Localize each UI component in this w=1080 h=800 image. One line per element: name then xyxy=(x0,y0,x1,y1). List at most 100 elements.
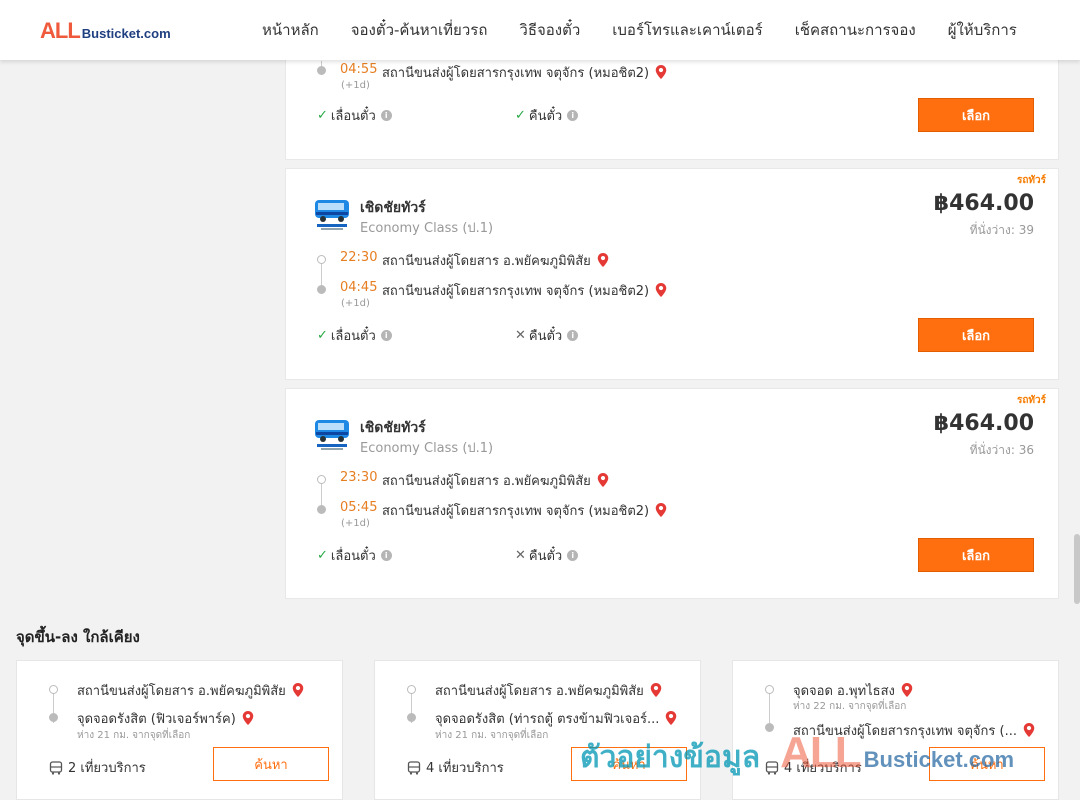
info-icon[interactable]: i xyxy=(567,550,579,561)
info-icon[interactable]: i xyxy=(567,110,579,121)
departure-station-label: สถานีขนส่งผู้โดยสาร อ.พยัคฆภูมิพิสัย xyxy=(382,474,591,489)
operator-logo-icon xyxy=(315,200,349,230)
bus-icon xyxy=(407,760,421,775)
cross-icon: ✕ xyxy=(515,548,526,563)
map-pin-icon[interactable] xyxy=(597,473,609,487)
nearby-from: สถานีขนส่งผู้โดยสาร อ.พยัคฆภูมิพิสัย xyxy=(77,680,304,701)
check-icon: ✓ xyxy=(515,108,526,123)
nav-operators[interactable]: ผู้ให้บริการ xyxy=(948,18,1017,42)
bus-type-badge: รถทัวร์ xyxy=(1016,395,1046,406)
operator-name: เชิดชัยทัวร์ xyxy=(360,200,426,216)
info-icon[interactable]: i xyxy=(567,330,579,341)
nearby-from: จุดจอด อ.พุทไธสง xyxy=(793,680,913,701)
refund-ticket-label: คืนตั๋ว xyxy=(528,329,563,344)
nearby-distance: ห่าง 21 กม. จากจุดที่เลือก xyxy=(77,730,191,741)
main-nav: หน้าหลัก จองตั๋ว-ค้นหาเที่ยวรถ วิธีจองตั… xyxy=(262,0,1049,60)
departure-station-label: สถานีขนส่งผู้โดยสาร อ.พยัคฆภูมิพิสัย xyxy=(382,254,591,269)
change-ticket-label: เลื่อนตั๋ว xyxy=(330,549,376,564)
from-dot xyxy=(765,685,774,694)
check-icon: ✓ xyxy=(317,108,328,123)
bus-class: Economy Class (ป.1) xyxy=(360,221,494,236)
arrival-dot xyxy=(317,285,326,294)
logo-all-text: ALL xyxy=(40,18,81,43)
nearby-to-label: จุดจอดรังสิต (ฟิวเจอร์พาร์ค) xyxy=(77,712,236,727)
nearby-trips: 2 เที่ยวบริการ xyxy=(49,757,146,778)
change-ticket-policy: ✓ เลื่อนตั๋ว i xyxy=(317,545,392,566)
map-pin-icon[interactable] xyxy=(655,503,667,517)
plus-day-label: (+1d) xyxy=(341,518,370,529)
nearby-trips: 4 เที่ยวบริการ xyxy=(407,757,504,778)
nearby-from-label: จุดจอด อ.พุทไธสง xyxy=(793,684,895,699)
operator-name: เชิดชัยทัวร์ xyxy=(360,420,426,436)
select-trip-button[interactable]: เลือก xyxy=(918,98,1034,132)
departure-station: สถานีขนส่งผู้โดยสาร อ.พยัคฆภูมิพิสัย xyxy=(382,250,609,271)
nearby-from: สถานีขนส่งผู้โดยสาร อ.พยัคฆภูมิพิสัย xyxy=(435,680,662,701)
map-pin-icon[interactable] xyxy=(665,711,677,725)
map-pin-icon[interactable] xyxy=(655,283,667,297)
nearby-card: สถานีขนส่งผู้โดยสาร อ.พยัคฆภูมิพิสัย จุด… xyxy=(374,660,701,800)
nearby-distance: ห่าง 21 กม. จากจุดที่เลือก xyxy=(435,730,549,741)
trip-card: รถทัวร์ เชิดชัยทัวร์ Economy Class (ป.1)… xyxy=(285,168,1059,380)
bus-type-badge: รถทัวร์ xyxy=(1016,175,1046,186)
nearby-search-button[interactable]: ค้นหา xyxy=(213,747,329,781)
departure-dot xyxy=(317,255,326,264)
from-dot xyxy=(407,685,416,694)
arrival-time: 05:45 xyxy=(340,500,378,515)
select-trip-button[interactable]: เลือก xyxy=(918,318,1034,352)
info-icon[interactable]: i xyxy=(380,330,392,341)
logo-domain-text: Busticket.com xyxy=(81,26,171,41)
from-dot xyxy=(49,685,58,694)
nearby-to-label: จุดจอดรังสิต (ท่ารถตู้ ตรงข้ามฟิวเจอร์..… xyxy=(435,712,660,727)
to-dot xyxy=(407,713,416,722)
change-ticket-label: เลื่อนตั๋ว xyxy=(330,109,376,124)
nearby-from-label: สถานีขนส่งผู้โดยสาร อ.พยัคฆภูมิพิสัย xyxy=(77,684,286,699)
trip-card: รถทัวร์ เชิดชัยทัวร์ Economy Class (ป.1)… xyxy=(285,388,1059,599)
nearby-trips-label: 2 เที่ยวบริการ xyxy=(68,761,146,776)
plus-day-label: (+1d) xyxy=(341,298,370,309)
to-dot xyxy=(49,713,58,722)
nav-how-to-book[interactable]: วิธีจองตั๋ว xyxy=(519,18,580,42)
nearby-search-button[interactable]: ค้นหา xyxy=(571,747,687,781)
select-trip-button[interactable]: เลือก xyxy=(918,538,1034,572)
trip-price: ฿464.00 xyxy=(933,191,1034,216)
nearby-to: จุดจอดรังสิต (ท่ารถตู้ ตรงข้ามฟิวเจอร์..… xyxy=(435,708,677,729)
arrival-station: สถานีขนส่งผู้โดยสารกรุงเทพ จตุจักร (หมอช… xyxy=(382,62,667,83)
nearby-to: จุดจอดรังสิต (ฟิวเจอร์พาร์ค) xyxy=(77,708,254,729)
timeline-line xyxy=(769,693,770,723)
arrival-dot xyxy=(317,66,326,75)
info-icon[interactable]: i xyxy=(380,110,392,121)
map-pin-icon[interactable] xyxy=(242,711,254,725)
nav-home[interactable]: หน้าหลัก xyxy=(262,18,319,42)
cross-icon: ✕ xyxy=(515,328,526,343)
operator-logo-icon xyxy=(315,420,349,450)
nearby-distance: ห่าง 22 กม. จากจุดที่เลือก xyxy=(793,701,907,712)
nearby-search-button[interactable]: ค้นหา xyxy=(929,747,1045,781)
map-pin-icon[interactable] xyxy=(597,253,609,267)
top-header: ALL Busticket.com หน้าหลัก จองตั๋ว-ค้นหา… xyxy=(0,0,1080,60)
info-icon[interactable]: i xyxy=(380,550,392,561)
nav-book-search[interactable]: จองตั๋ว-ค้นหาเที่ยวรถ xyxy=(351,18,488,42)
map-pin-icon[interactable] xyxy=(1023,723,1035,737)
departure-time: 23:30 xyxy=(340,470,378,485)
check-icon: ✓ xyxy=(317,548,328,563)
bus-icon xyxy=(49,760,63,775)
departure-station: สถานีขนส่งผู้โดยสาร อ.พยัคฆภูมิพิสัย xyxy=(382,470,609,491)
map-pin-icon[interactable] xyxy=(650,683,662,697)
nearby-to: สถานีขนส่งผู้โดยสารกรุงเทพ จตุจักร (... xyxy=(793,720,1035,741)
trip-price: ฿464.00 xyxy=(933,411,1034,436)
nearby-from-label: สถานีขนส่งผู้โดยสาร อ.พยัคฆภูมิพิสัย xyxy=(435,684,644,699)
arrival-station-label: สถานีขนส่งผู้โดยสารกรุงเทพ จตุจักร (หมอช… xyxy=(382,504,650,519)
map-pin-icon[interactable] xyxy=(901,683,913,697)
nav-check-booking[interactable]: เช็คสถานะการจอง xyxy=(795,18,916,42)
map-pin-icon[interactable] xyxy=(655,65,667,79)
map-pin-icon[interactable] xyxy=(292,683,304,697)
site-logo[interactable]: ALL Busticket.com xyxy=(40,18,171,44)
bus-icon xyxy=(765,760,779,775)
nav-phone-counters[interactable]: เบอร์โทรและเคาน์เตอร์ xyxy=(612,18,762,42)
departure-time: 22:30 xyxy=(340,250,378,265)
available-seats: ที่นั่งว่าง: 36 xyxy=(969,443,1034,457)
page-scrollbar[interactable] xyxy=(1074,534,1080,604)
bus-class: Economy Class (ป.1) xyxy=(360,441,494,456)
change-ticket-policy: ✓ เลื่อนตั๋ว i xyxy=(317,105,392,126)
plus-day-label: (+1d) xyxy=(341,80,370,91)
